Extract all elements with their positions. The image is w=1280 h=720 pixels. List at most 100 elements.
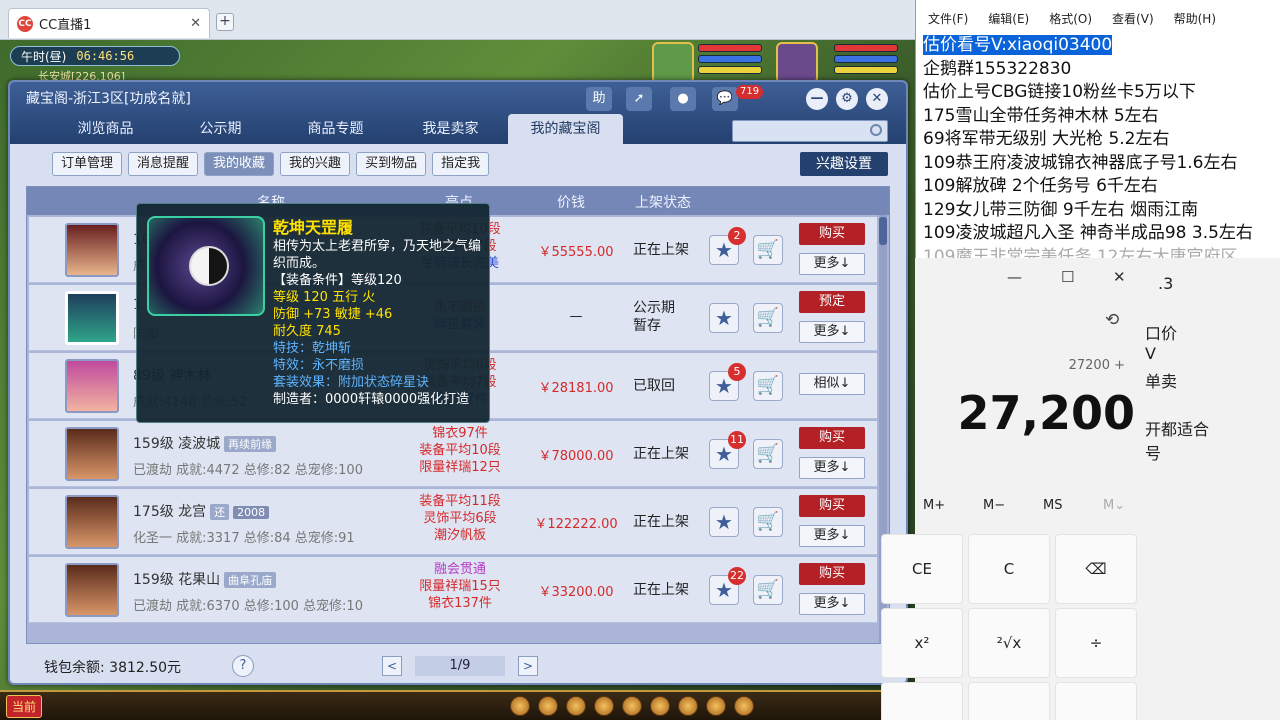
more-button[interactable]: 更多↓ (799, 593, 865, 615)
cart-icon[interactable]: 🛒 (753, 303, 783, 333)
menu-help[interactable]: 帮助(H) (1174, 10, 1216, 34)
subtab-orders[interactable]: 订单管理 (52, 152, 123, 176)
memory-subtract-button[interactable]: M− (983, 498, 1005, 513)
tab-public-period[interactable]: 公示期 (163, 114, 278, 144)
memory-add-button[interactable]: M+ (923, 498, 945, 513)
favorite-star-icon[interactable]: ★ 22 (709, 567, 746, 605)
character-avatar[interactable] (65, 359, 119, 413)
favorite-star-icon[interactable]: ★ (709, 507, 739, 537)
calc-key[interactable] (881, 682, 963, 720)
clear-button[interactable]: C (968, 534, 1050, 604)
clear-entry-button[interactable]: CE (881, 534, 963, 604)
mail-icon[interactable] (678, 696, 699, 716)
memory-list-button[interactable]: M⌄ (1103, 498, 1125, 513)
favorite-star-icon[interactable]: ★ 2 (709, 227, 746, 265)
close-window-button[interactable]: ✕ (866, 88, 888, 110)
skill-icon[interactable] (566, 696, 587, 716)
subtab-notifications[interactable]: 消息提醒 (128, 152, 199, 176)
gift-icon[interactable] (538, 696, 559, 716)
menu-format[interactable]: 格式(O) (1049, 10, 1092, 34)
subtab-my-favorites[interactable]: 我的收藏 (204, 152, 275, 176)
menu-edit[interactable]: 编辑(E) (988, 10, 1029, 34)
buy-button[interactable]: 购买 (799, 495, 865, 517)
table-row[interactable]: 159级 花果山 曲阜孔庙 已渡劫 成就:6370 总修:100 总宠修:10 融会贯… (29, 557, 877, 623)
divide-button[interactable]: ÷ (1055, 608, 1137, 678)
buy-button[interactable]: 购买 (799, 427, 865, 449)
player-avatar[interactable] (776, 42, 818, 84)
character-avatar[interactable] (65, 563, 119, 617)
close-tab-icon[interactable]: ✕ (190, 16, 201, 31)
prev-page-button[interactable]: < (382, 656, 402, 676)
character-avatar[interactable] (65, 427, 119, 481)
minimize-button[interactable]: — (806, 88, 828, 110)
browser-tab-cc-live[interactable]: CC CC直播1 ✕ (8, 8, 210, 38)
history-icon[interactable]: ⟲ (1105, 310, 1119, 330)
menu-file[interactable]: 文件(F) (928, 10, 968, 34)
favorite-star-icon[interactable]: ★ (709, 303, 739, 333)
guild-icon[interactable] (650, 696, 671, 716)
friend-icon[interactable] (622, 696, 643, 716)
help-question-icon[interactable]: ? (232, 655, 254, 677)
table-row[interactable]: 175级 龙宫还 2008 化圣一 成就:3317 总修:84 总宠修:91 装备平均… (29, 489, 877, 555)
stop-icon[interactable]: ● (670, 87, 696, 111)
more-button[interactable]: 更多↓ (799, 321, 865, 343)
square-button[interactable]: x² (881, 608, 963, 678)
calc-close-button[interactable]: ✕ (1113, 268, 1126, 286)
more-button[interactable]: 更多↓ (799, 457, 865, 479)
share-icon[interactable]: ➚ (626, 87, 652, 111)
bag-icon[interactable] (510, 696, 531, 716)
similar-button[interactable]: 相似↓ (799, 373, 865, 395)
cart-icon[interactable]: 🛒 (753, 575, 783, 605)
character-avatar[interactable] (65, 495, 119, 549)
search-input[interactable] (732, 120, 888, 142)
subtab-purchased[interactable]: 买到物品 (356, 152, 427, 176)
favorite-star-icon[interactable]: ★ 11 (709, 431, 746, 469)
calc-expression: 27200 + (1068, 358, 1125, 373)
reserve-button[interactable]: 预定 (799, 291, 865, 313)
favorite-star-icon[interactable]: ★ 5 (709, 363, 746, 401)
pet-avatar[interactable] (652, 42, 694, 84)
search-icon[interactable] (870, 124, 882, 136)
tab-browse-goods[interactable]: 浏览商品 (48, 114, 163, 144)
settings-gear-icon[interactable]: ⚙ (836, 88, 858, 110)
more-button[interactable]: 更多↓ (799, 525, 865, 547)
calc-key[interactable] (968, 682, 1050, 720)
row-title[interactable]: 159级 凌波城 再续前缘 (133, 433, 277, 453)
chat-icon[interactable]: 💬 (712, 87, 738, 111)
buy-button[interactable]: 购买 (799, 563, 865, 585)
notepad-text[interactable]: 估价看号V:xiaoqi03400 企鹅群155322830 估价上号CBG链接… (916, 34, 1280, 269)
system-icon[interactable] (734, 696, 755, 716)
new-tab-button[interactable]: + (216, 13, 234, 31)
tab-my-pavilion[interactable]: 我的藏宝阁 (508, 114, 623, 144)
team-icon[interactable] (594, 696, 615, 716)
cart-icon[interactable]: 🛒 (753, 371, 783, 401)
subtab-my-interests[interactable]: 我的兴趣 (280, 152, 351, 176)
row-title[interactable]: 159级 花果山 曲阜孔庙 (133, 569, 277, 589)
help-button[interactable]: 助 (586, 87, 612, 111)
current-channel-button[interactable]: 当前 (6, 694, 43, 718)
menu-view[interactable]: 查看(V) (1112, 10, 1154, 34)
buy-button[interactable]: 购买 (799, 223, 865, 245)
table-row[interactable]: 159级 凌波城 再续前缘 已渡劫 成就:4472 总修:82 总宠修:100 锦衣9… (29, 421, 877, 487)
cart-icon[interactable]: 🛒 (753, 235, 783, 265)
square-root-button[interactable]: ²√x (968, 608, 1050, 678)
subtab-assigned-to-me[interactable]: 指定我 (432, 152, 490, 176)
tab-goods-topics[interactable]: 商品专题 (278, 114, 393, 144)
task-icon[interactable] (706, 696, 727, 716)
tab-i-am-seller[interactable]: 我是卖家 (393, 114, 508, 144)
scrollbar-thumb[interactable] (879, 217, 887, 245)
character-avatar[interactable] (65, 291, 119, 345)
calc-key[interactable] (1055, 682, 1137, 720)
more-button[interactable]: 更多↓ (799, 253, 865, 275)
backspace-icon[interactable]: ⌫ (1055, 534, 1137, 604)
next-page-button[interactable]: > (518, 656, 538, 676)
row-title[interactable]: 175级 龙宫还 2008 (133, 501, 270, 521)
interest-settings-button[interactable]: 兴趣设置 (800, 152, 888, 176)
server-tag: 曲阜孔庙 (224, 572, 277, 588)
calc-maximize-button[interactable]: ☐ (1061, 268, 1074, 286)
calc-minimize-button[interactable]: — (1007, 268, 1022, 286)
character-avatar[interactable] (65, 223, 119, 277)
memory-store-button[interactable]: MS (1043, 498, 1062, 513)
cart-icon[interactable]: 🛒 (753, 439, 783, 469)
cart-icon[interactable]: 🛒 (753, 507, 783, 537)
